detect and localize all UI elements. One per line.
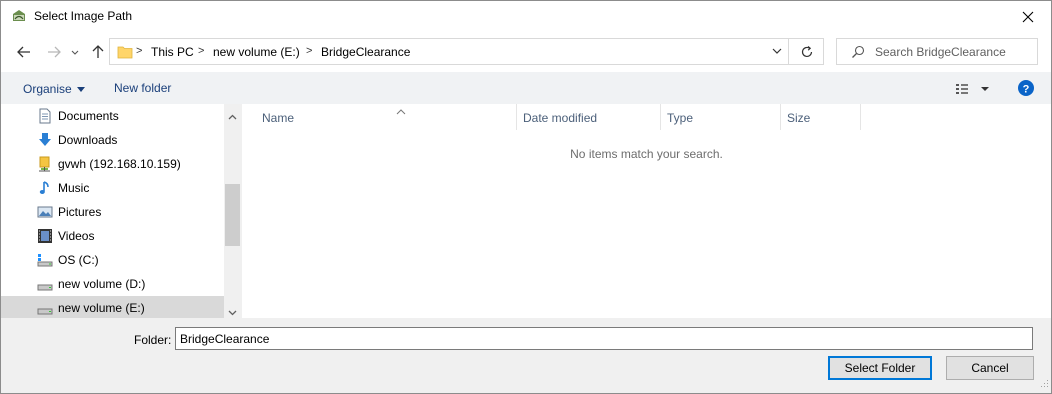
documents-icon [37, 108, 53, 124]
breadcrumb-bridgeclearance[interactable]: BridgeClearance [321, 45, 410, 59]
scroll-up-arrow-icon[interactable] [228, 109, 237, 123]
pictures-icon [37, 204, 53, 220]
sort-ascending-icon [396, 104, 406, 118]
file-list[interactable]: Name Date modified Type Size No items ma… [242, 104, 1051, 318]
arrow-right-icon [48, 46, 61, 58]
column-divider[interactable] [860, 104, 861, 130]
svg-text:?: ? [1023, 83, 1030, 95]
organise-label: Organise [23, 82, 72, 96]
up-button[interactable] [89, 43, 107, 61]
videos-icon [37, 228, 53, 244]
nav-item-new-volume-e[interactable]: new volume (E:) [1, 296, 224, 318]
nav-item-gvwh[interactable]: gvwh (192.168.10.159) [1, 152, 224, 176]
select-image-path-dialog: Select Image Path > This PC > new volume… [0, 0, 1052, 394]
nav-item-documents[interactable]: Documents [1, 104, 224, 128]
drive-icon [37, 276, 53, 292]
caret-down-icon [76, 81, 85, 95]
select-folder-button[interactable]: Select Folder [828, 356, 932, 380]
refresh-icon [801, 46, 813, 58]
arrow-up-icon [92, 45, 104, 58]
column-header-type[interactable]: Type [661, 104, 780, 130]
search-input[interactable] [875, 44, 1031, 59]
search-box[interactable] [836, 38, 1038, 65]
recent-locations-button[interactable] [69, 43, 81, 61]
nav-item-os-c[interactable]: OS (C:) [1, 248, 224, 272]
navigation-pane-scrollbar[interactable] [224, 104, 241, 318]
help-icon: ? [1018, 80, 1034, 96]
resize-grip-icon[interactable] [1039, 377, 1049, 391]
os-drive-icon [37, 252, 53, 268]
chevron-down-icon [71, 50, 79, 55]
nav-item-label: Downloads [58, 133, 118, 147]
nav-item-pictures[interactable]: Pictures [1, 200, 224, 224]
change-view-button[interactable] [953, 81, 993, 97]
organise-button[interactable]: Organise [23, 81, 85, 96]
nav-item-label: Pictures [58, 205, 102, 219]
network-drive-icon [37, 156, 53, 172]
nav-item-label: Music [58, 181, 90, 195]
music-icon [37, 180, 53, 196]
nav-item-label: Documents [58, 109, 119, 123]
refresh-button[interactable] [789, 38, 824, 65]
chevron-down-icon [772, 48, 782, 54]
nav-item-label: gvwh (192.168.10.159) [58, 157, 181, 171]
window-title: Select Image Path [34, 9, 133, 23]
navigation-pane: Documents Downloads gvwh (192.168.10.159… [1, 104, 241, 318]
address-bar[interactable]: > This PC > new volume (E:) > BridgeClea… [109, 38, 789, 65]
details-view-icon [956, 84, 989, 94]
title-bar: Select Image Path [1, 1, 1051, 32]
folder-icon [117, 44, 133, 63]
nav-item-label: new volume (E:) [58, 301, 145, 315]
cancel-button[interactable]: Cancel [946, 356, 1034, 380]
nav-item-music[interactable]: Music [1, 176, 224, 200]
command-toolbar: Organise New folder ? [1, 72, 1051, 104]
close-icon [1022, 11, 1034, 23]
search-icon [852, 45, 865, 58]
column-header-name[interactable]: Name [256, 104, 517, 130]
app-icon [11, 8, 27, 24]
close-button[interactable] [1005, 1, 1051, 32]
forward-button[interactable] [45, 43, 63, 61]
breadcrumb-separator-icon: > [306, 45, 313, 57]
drive-icon [37, 300, 53, 316]
scrollbar-thumb[interactable] [225, 184, 240, 246]
nav-item-videos[interactable]: Videos [1, 224, 224, 248]
breadcrumb-separator-icon: > [136, 45, 143, 57]
nav-item-label: OS (C:) [58, 253, 99, 267]
nav-item-label: new volume (D:) [58, 277, 146, 291]
breadcrumb-separator-icon: > [198, 45, 205, 57]
breadcrumb-new-volume-e[interactable]: new volume (E:) [213, 45, 300, 59]
nav-item-downloads[interactable]: Downloads [1, 128, 224, 152]
navigation-bar: > This PC > new volume (E:) > BridgeClea… [1, 32, 1051, 72]
nav-item-label: Videos [58, 229, 95, 243]
empty-list-message: No items match your search. [570, 147, 723, 161]
back-button[interactable] [15, 43, 33, 61]
downloads-icon [37, 132, 53, 148]
scroll-down-arrow-icon[interactable] [228, 305, 237, 318]
new-folder-button[interactable]: New folder [114, 81, 171, 95]
folder-label: Folder: [134, 333, 172, 347]
address-dropdown-button[interactable] [770, 44, 784, 58]
dialog-footer: Folder: Select Folder Cancel [1, 318, 1051, 393]
arrow-left-icon [17, 46, 30, 58]
breadcrumb-this-pc[interactable]: This PC [151, 45, 194, 59]
column-header-date-modified[interactable]: Date modified [517, 104, 660, 130]
folder-field[interactable] [175, 327, 1033, 350]
nav-item-new-volume-d[interactable]: new volume (D:) [1, 272, 224, 296]
help-button[interactable]: ? [1018, 80, 1034, 96]
column-header-size[interactable]: Size [781, 104, 860, 130]
